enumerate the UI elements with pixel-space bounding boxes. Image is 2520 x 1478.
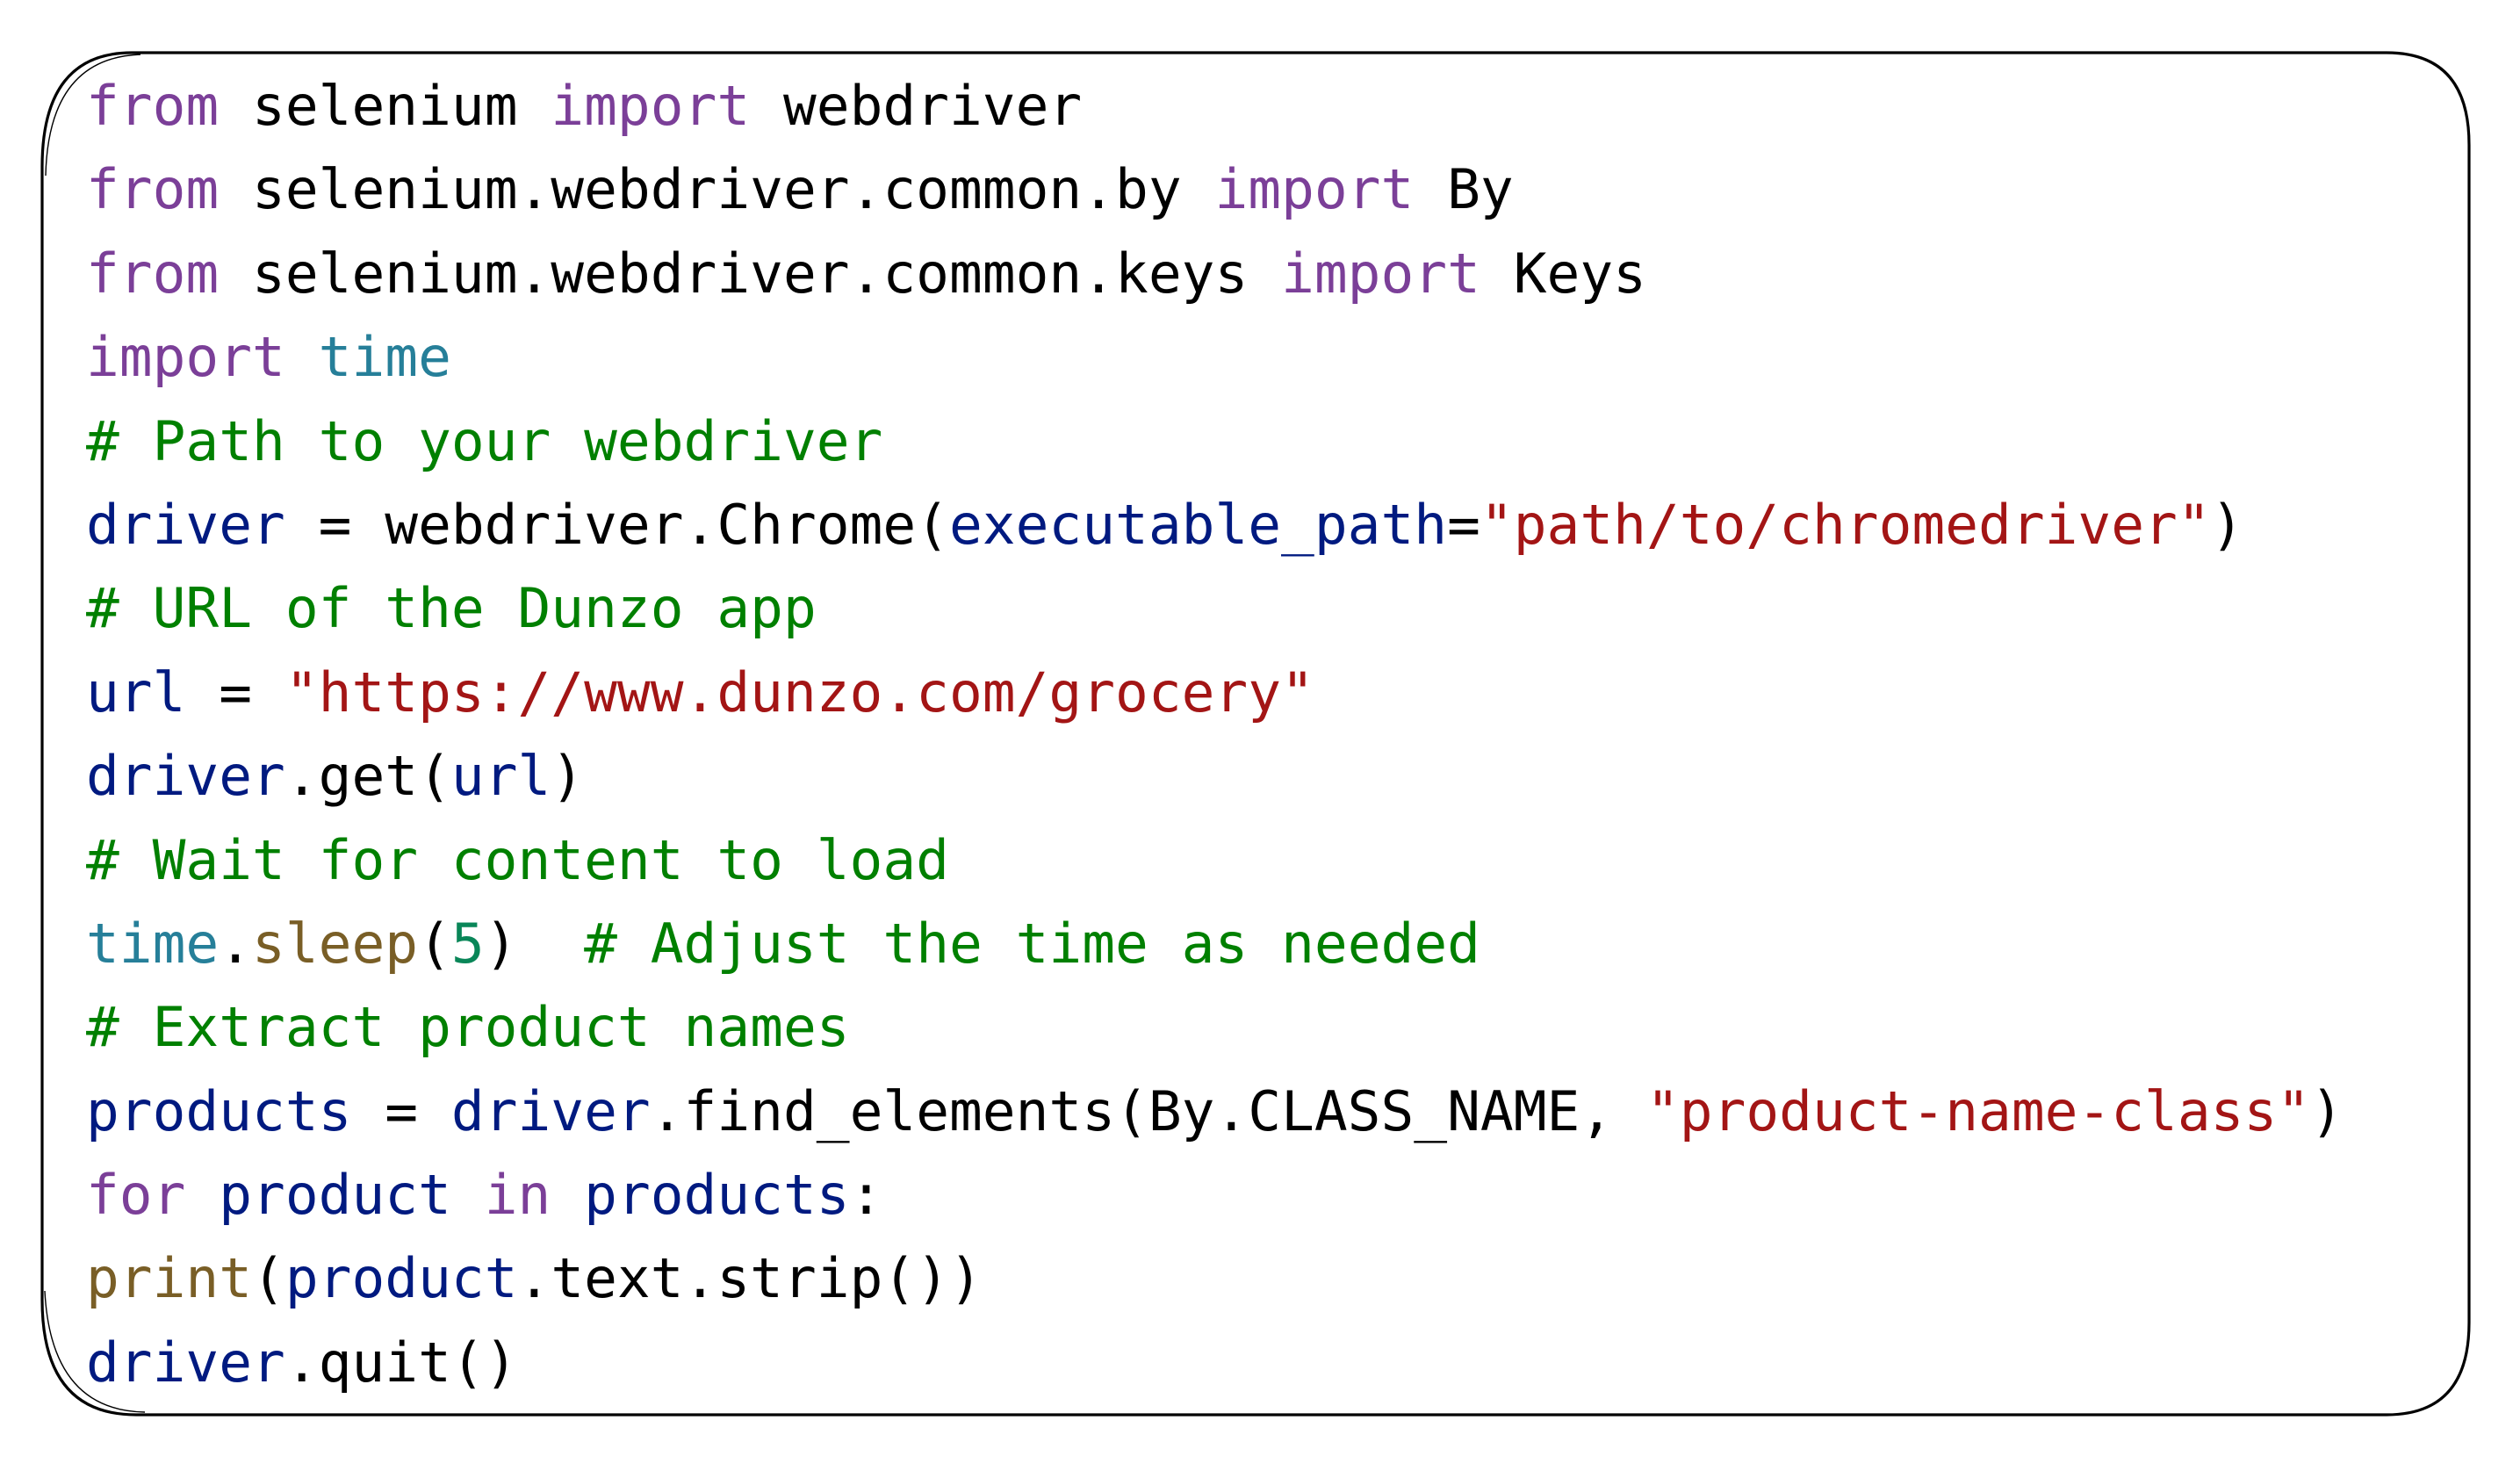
code-token-string: "product-name-class": [1645, 1078, 2311, 1143]
code-token-variable: products: [86, 1078, 352, 1143]
code-line: from selenium.webdriver.common.by import…: [86, 148, 2344, 231]
code-token-plain: = webdriver.Chrome(: [284, 492, 949, 557]
code-token-variable: driver: [86, 744, 285, 809]
code-token-plain: selenium.webdriver.common.keys: [219, 241, 1282, 306]
code-token-function: sleep: [252, 911, 419, 976]
code-token-comment: # Path to your webdriver: [86, 408, 883, 473]
code-line: for product in products:: [86, 1153, 2344, 1236]
code-token-plain: =: [185, 660, 285, 725]
code-token-plain: (: [252, 1246, 285, 1311]
code-token-module: time: [318, 325, 451, 390]
code-token-plain: (: [418, 911, 451, 976]
code-token-plain: selenium.webdriver.common.by: [219, 157, 1215, 222]
code-token-plain: ): [551, 744, 585, 809]
code-line: # Wait for content to load: [86, 818, 2344, 902]
code-token-keyword: import: [1281, 241, 1480, 306]
code-line: products = driver.find_elements(By.CLASS…: [86, 1070, 2344, 1153]
code-line: driver = webdriver.Chrome(executable_pat…: [86, 483, 2344, 566]
code-token-function: print: [86, 1246, 253, 1311]
code-line: import time: [86, 315, 2344, 399]
code-token-plain: .quit(): [284, 1330, 518, 1395]
code-token-number: 5: [450, 911, 485, 976]
code-line: url = "https://www.dunzo.com/grocery": [86, 651, 2344, 734]
code-token-plain: .text.strip()): [517, 1246, 983, 1311]
code-token-variable: product: [219, 1163, 451, 1228]
code-token-keyword: from: [86, 241, 220, 306]
code-line: # Extract product names: [86, 985, 2344, 1069]
code-token-keyword: import: [551, 74, 751, 138]
code-token-plain: Keys: [1480, 241, 1646, 306]
code-token-plain: =: [351, 1078, 451, 1143]
code-line: from selenium.webdriver.common.keys impo…: [86, 232, 2344, 315]
code-token-keyword: for: [86, 1163, 186, 1228]
code-token-plain: selenium: [219, 74, 551, 138]
code-token-keyword: in: [484, 1163, 551, 1228]
code-token-string: "https://www.dunzo.com/grocery": [284, 660, 1314, 725]
code-token-module: time: [86, 911, 220, 976]
code-token-plain: ): [2210, 492, 2244, 557]
code-token-keyword: import: [1214, 157, 1415, 222]
code-token-keyword: from: [86, 74, 220, 138]
code-token-variable: products: [584, 1163, 850, 1228]
code-token-comment: # Wait for content to load: [86, 827, 949, 892]
code-token-keyword: import: [86, 325, 285, 390]
code-token-plain: :: [849, 1163, 883, 1228]
code-token-plain: By: [1414, 157, 1514, 222]
code-token-variable: driver: [86, 1330, 285, 1395]
code-token-plain: ): [484, 911, 585, 976]
code-line: driver.get(url): [86, 734, 2344, 818]
code-block: from selenium import webdriver from selen…: [86, 64, 2344, 1404]
code-line: from selenium import webdriver: [86, 64, 2344, 148]
code-token-comment: # Adjust the time as needed: [584, 911, 1480, 976]
code-line: driver.quit(): [86, 1321, 2344, 1404]
code-token-plain: .find_elements(By.CLASS_NAME,: [650, 1078, 1646, 1143]
code-token-keyword: from: [86, 157, 220, 222]
code-token-plain: .get(: [284, 744, 451, 809]
code-token-plain: =: [1447, 492, 1480, 557]
code-line: # Path to your webdriver: [86, 400, 2344, 483]
code-token-plain: ): [2310, 1078, 2344, 1143]
code-line: print(product.text.strip()): [86, 1236, 2344, 1320]
code-line: # URL of the Dunzo app: [86, 566, 2344, 650]
code-token-variable: url: [86, 660, 186, 725]
code-token-string: "path/to/chromedriver": [1480, 492, 2211, 557]
code-token-variable: product: [284, 1246, 518, 1311]
code-token-variable: driver: [450, 1078, 651, 1143]
code-token-comment: # URL of the Dunzo app: [86, 576, 817, 641]
code-token-variable: driver: [86, 492, 285, 557]
code-token-comment: # Extract product names: [86, 995, 850, 1060]
code-token-plain: webdriver: [750, 74, 1083, 138]
code-token-variable: url: [450, 744, 551, 809]
code-line: time.sleep(5) # Adjust the time as neede…: [86, 902, 2344, 985]
code-token-plain: .: [219, 911, 253, 976]
code-token-variable: executable_path: [948, 492, 1448, 557]
